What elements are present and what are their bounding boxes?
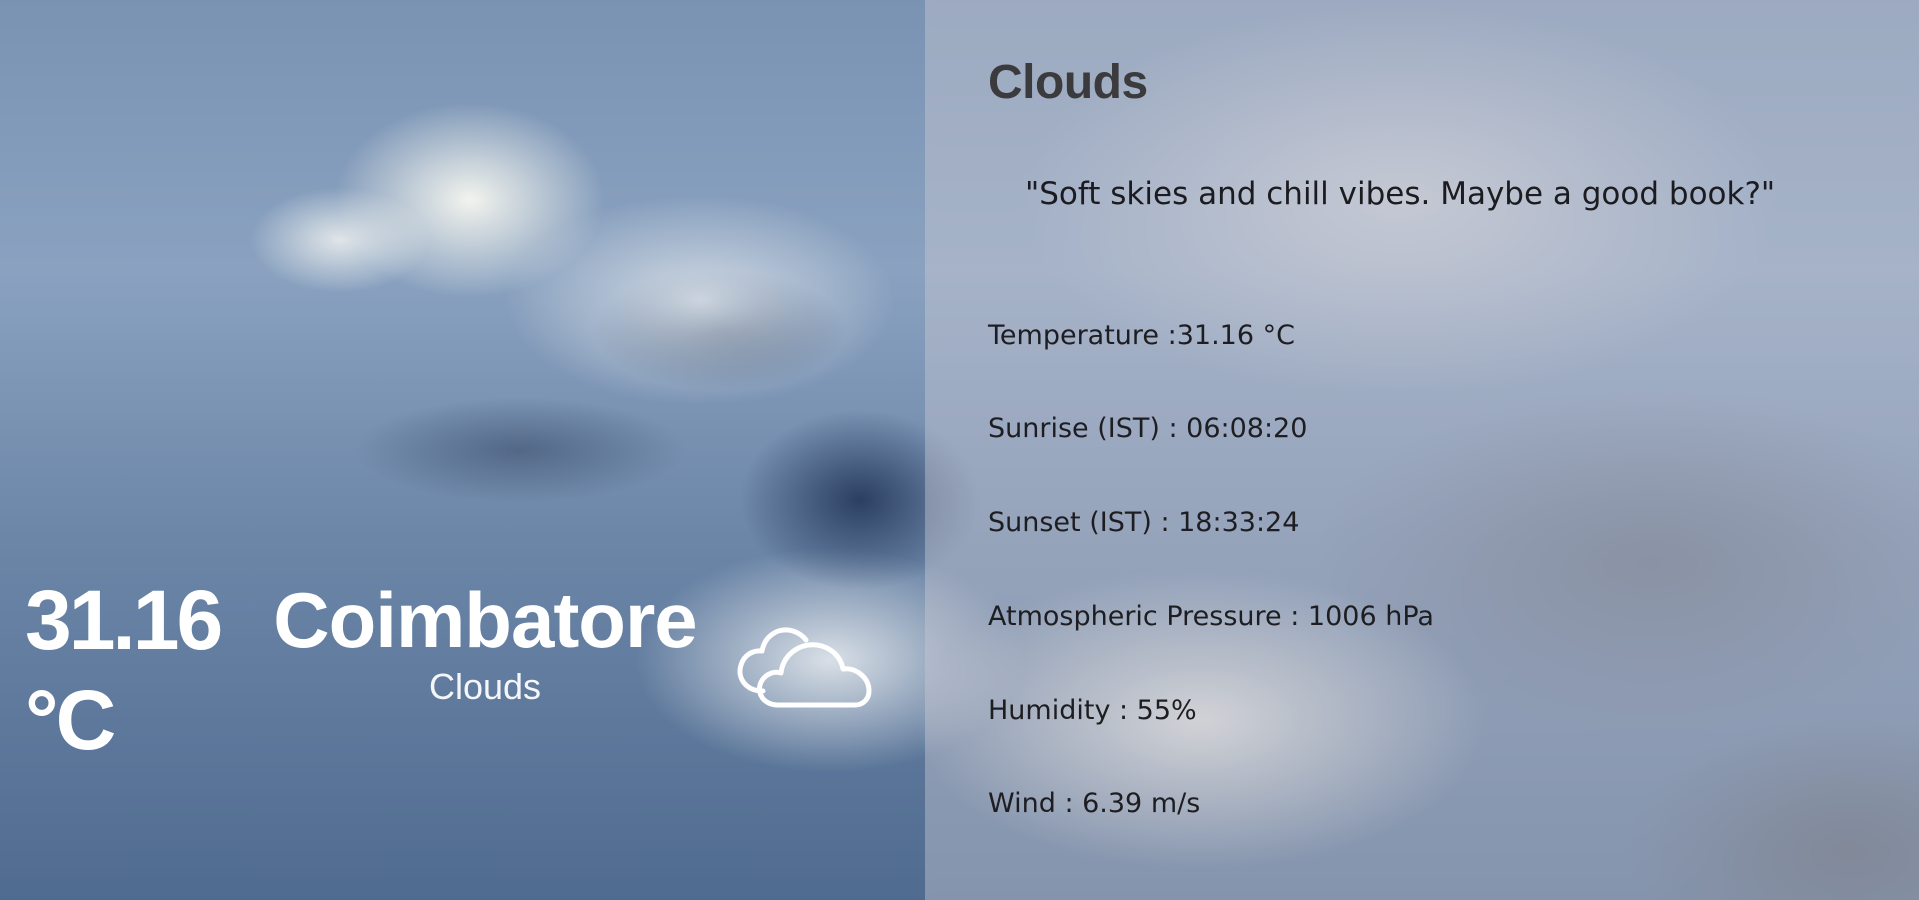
cloud-icon	[737, 627, 872, 708]
weather-details-panel	[925, 0, 1919, 900]
stat-wind: Wind : 6.39 m/s	[988, 788, 1201, 819]
cloud-icon-back	[737, 627, 809, 694]
location-block: Coimbatore Clouds	[265, 575, 705, 709]
cloud-icon-front	[757, 642, 872, 708]
city-name: Coimbatore	[273, 576, 697, 664]
stat-temperature: Temperature :31.16 °C	[988, 320, 1295, 351]
weather-app: 31.16 °C Coimbatore Clouds Clouds "Soft …	[0, 0, 1919, 900]
stat-sunrise: Sunrise (IST) : 06:08:20	[988, 413, 1308, 444]
weather-condition: Clouds	[428, 666, 542, 707]
weather-quote: "Soft skies and chill vibes. Maybe a goo…	[1025, 176, 1776, 212]
details-title: Clouds	[988, 56, 1148, 109]
stat-humidity: Humidity : 55%	[988, 695, 1197, 726]
current-weather-panel: 31.16 °C Coimbatore Clouds	[0, 0, 925, 900]
stat-sunset: Sunset (IST) : 18:33:24	[988, 507, 1300, 538]
stat-pressure: Atmospheric Pressure : 1006 hPa	[988, 601, 1434, 632]
current-temperature: 31.16 °C	[25, 573, 223, 767]
